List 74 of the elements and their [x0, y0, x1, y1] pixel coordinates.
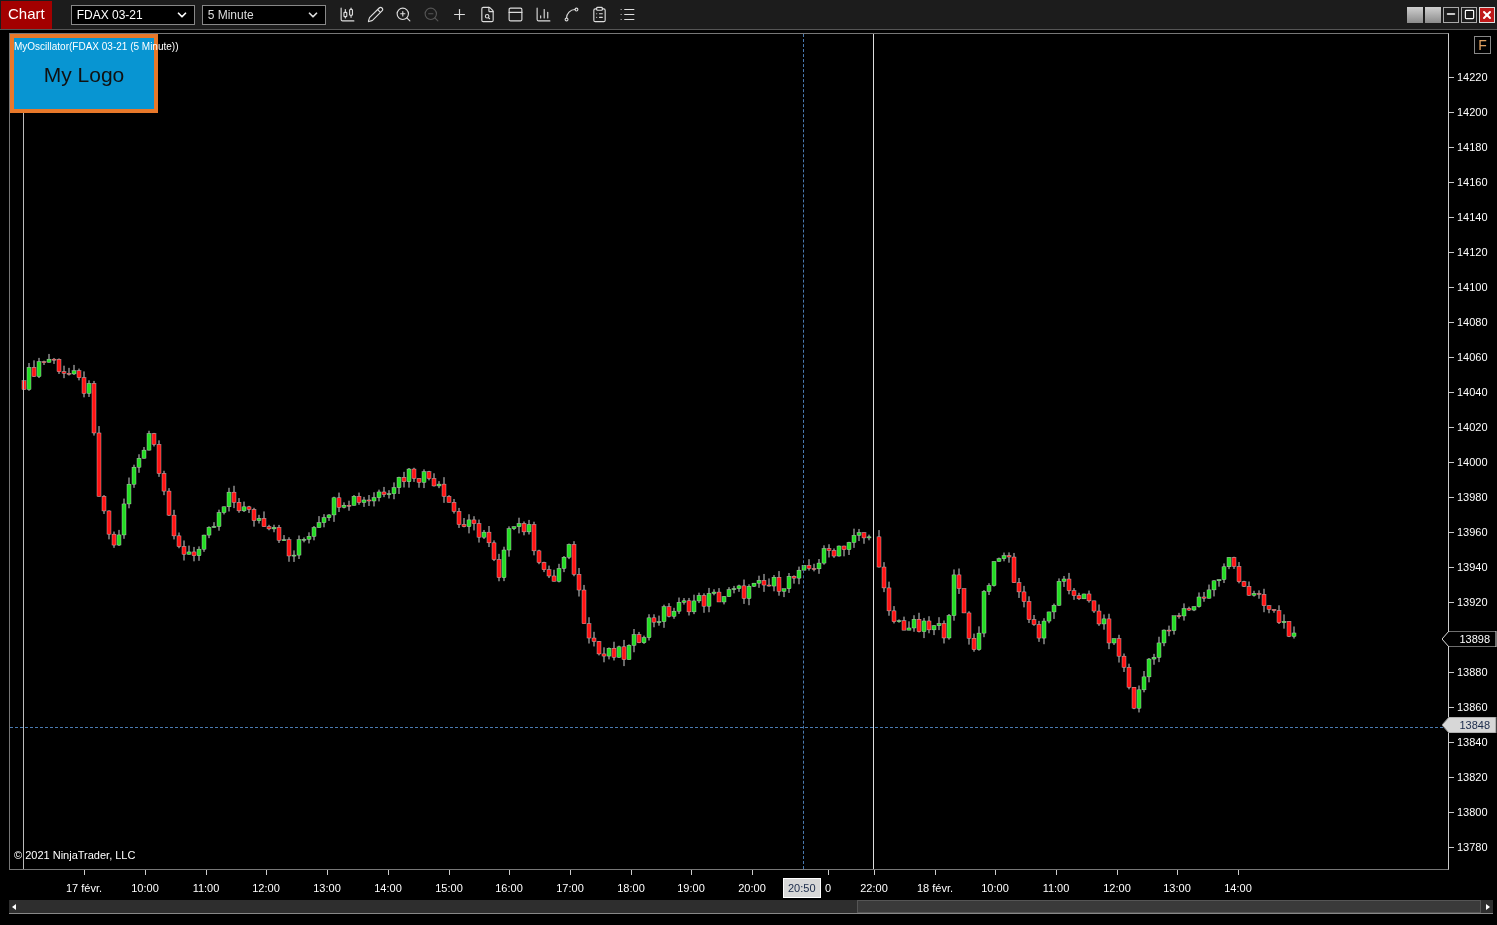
- x-axis-label: 13:00: [313, 882, 341, 894]
- price-marker: 13898: [1442, 631, 1497, 647]
- x-axis-label: 20:00: [738, 882, 766, 894]
- y-axis-label: 14040: [1457, 385, 1488, 399]
- pencil-icon: [367, 6, 385, 23]
- x-axis-label: 17 févr.: [65, 882, 103, 894]
- x-axis-label: 22:00: [860, 882, 888, 894]
- x-axis-label: 13:00: [1163, 882, 1191, 894]
- close-button[interactable]: [1479, 6, 1495, 23]
- tile-button[interactable]: [1425, 6, 1441, 23]
- scroll-left-icon[interactable]: [12, 903, 16, 910]
- x-axis-label: 19:00: [677, 882, 705, 894]
- close-icon: [1481, 8, 1493, 21]
- f-button[interactable]: F: [1474, 36, 1491, 54]
- x-axis-label: 16:00: [495, 882, 523, 894]
- maximize-button[interactable]: [1461, 6, 1477, 23]
- y-axis-label: 13880: [1457, 665, 1488, 679]
- x-axis-label: 10:00: [981, 882, 1009, 894]
- panel-button[interactable]: [505, 4, 526, 25]
- x-axis-label: 12:00: [1103, 882, 1131, 894]
- y-axis-label: 13820: [1457, 770, 1488, 784]
- clipboard-icon: [591, 6, 609, 23]
- y-axis-label: 14060: [1457, 350, 1488, 364]
- window-title: Chart: [1, 0, 52, 29]
- zoom-out-icon: [423, 6, 441, 23]
- panel-icon: [507, 6, 525, 23]
- y-axis-label: 13960: [1457, 525, 1488, 539]
- x-axis-label: 12:00: [252, 882, 280, 894]
- list-icon: [619, 6, 637, 23]
- interval-dropdown[interactable]: 5 Minute: [201, 4, 326, 25]
- cursor-time-label: 20:50: [783, 878, 821, 898]
- y-axis-label: 13860: [1457, 700, 1488, 714]
- x-axis-label: 15:00: [435, 882, 463, 894]
- x-axis-label: 18 févr.: [916, 882, 954, 894]
- x-axis-label: 11:00: [1042, 882, 1070, 894]
- y-axis-label: 14080: [1457, 315, 1488, 329]
- x-axis-label: 17:00: [556, 882, 584, 894]
- candlestick-icon: [339, 6, 357, 23]
- x-axis-label: 14:00: [374, 882, 402, 894]
- y-axis-label: 14200: [1457, 105, 1488, 119]
- x-axis-label: 14:00: [1224, 882, 1252, 894]
- scrollbar-thumb[interactable]: [857, 900, 1481, 913]
- y-axis-label: 14100: [1457, 280, 1488, 294]
- logo-text: My Logo: [43, 61, 125, 88]
- tile-button[interactable]: [1407, 6, 1423, 23]
- minimize-button[interactable]: [1443, 6, 1459, 23]
- y-axis-label: 13980: [1457, 490, 1488, 504]
- y-axis-label: 13840: [1457, 735, 1488, 749]
- line-chart-icon: [563, 6, 581, 23]
- y-axis-label: 14220: [1457, 70, 1488, 84]
- x-axis-label: 10:00: [131, 882, 159, 894]
- y-axis-label: 14180: [1457, 140, 1488, 154]
- scrollbar[interactable]: [9, 900, 1493, 914]
- price-marker: 13848: [1442, 717, 1497, 733]
- y-axis-label: 13780: [1457, 840, 1488, 854]
- pencil-button[interactable]: [365, 4, 386, 25]
- document-search-icon: [479, 6, 497, 23]
- x-axis-label: 11:00: [192, 882, 220, 894]
- y-axis-label: 13940: [1457, 560, 1488, 574]
- y-axis-label: 14120: [1457, 245, 1488, 259]
- zoom-in-icon: [395, 6, 413, 23]
- bar-chart-icon: [535, 6, 553, 23]
- y-axis-label: 14000: [1457, 455, 1488, 469]
- y-axis-label: 13800: [1457, 805, 1488, 819]
- y-axis-label: 13920: [1457, 595, 1488, 609]
- maximize-icon: [1463, 9, 1475, 20]
- x-axis-label: 18:00: [617, 882, 645, 894]
- scroll-right-icon[interactable]: [1486, 903, 1490, 910]
- x-axis-label: 0: [824, 882, 832, 894]
- y-axis-label: 14140: [1457, 210, 1488, 224]
- instrument-dropdown[interactable]: FDAX 03-21: [70, 4, 195, 25]
- y-axis-label: 14160: [1457, 175, 1488, 189]
- y-axis-label: 14020: [1457, 420, 1488, 434]
- copyright-text: © 2021 NinjaTrader, LLC: [14, 847, 136, 863]
